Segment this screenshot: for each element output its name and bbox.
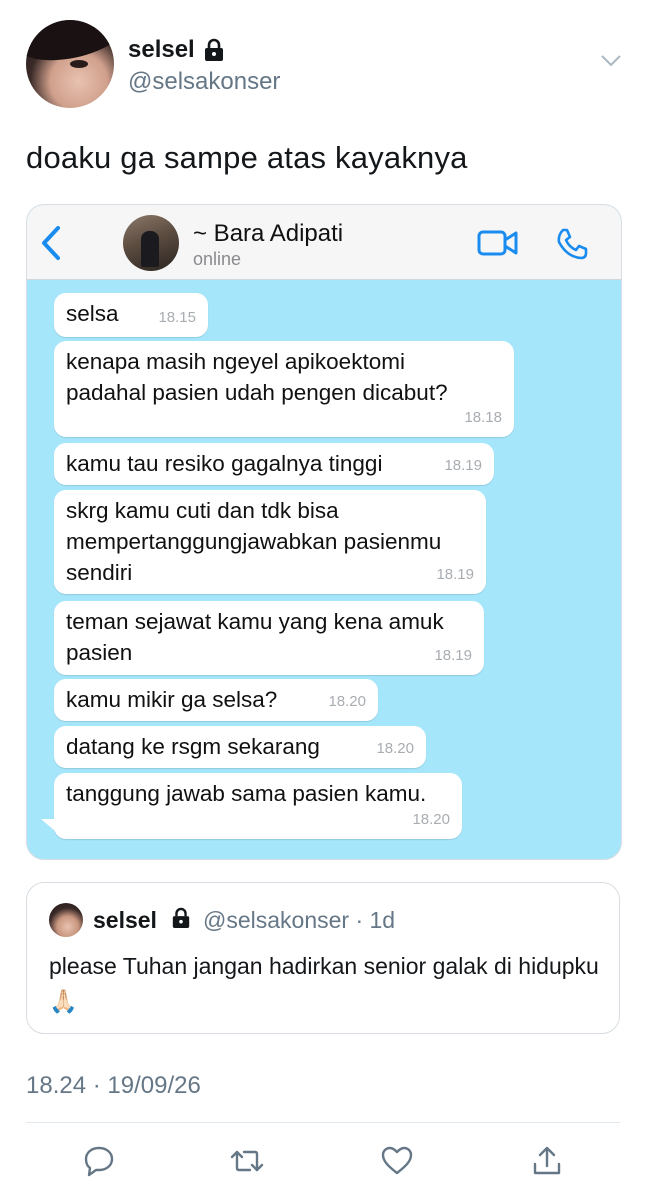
quoted-handle-time: @selsakonser · 1d bbox=[203, 907, 396, 933]
chat-message: teman sejawat kamu yang kena amuk pasien… bbox=[54, 601, 484, 675]
contact-avatar[interactable] bbox=[123, 215, 179, 271]
chat-message: datang ke rsgm sekarang 18.20 bbox=[54, 726, 426, 768]
lock-icon bbox=[204, 38, 223, 61]
message-text: tanggung jawab sama pasien kamu. bbox=[66, 781, 427, 806]
message-time: 18.18 bbox=[464, 409, 502, 426]
message-time: 18.15 bbox=[158, 309, 196, 326]
message-time: 18.19 bbox=[436, 566, 474, 583]
tweet-timestamp[interactable]: 18.24 · 19/09/26 bbox=[26, 1072, 201, 1100]
retweet-icon[interactable] bbox=[230, 1144, 264, 1178]
chat-message: skrg kamu cuti dan tdk bisa mempertanggu… bbox=[54, 490, 486, 594]
reply-icon[interactable] bbox=[82, 1144, 116, 1178]
lock-icon bbox=[172, 907, 190, 928]
message-text: kamu tau resiko gagalnya tinggi bbox=[66, 451, 383, 476]
quoted-tweet[interactable]: selsel @selsakonser · 1d please Tuhan ja… bbox=[26, 882, 620, 1034]
chat-message: tanggung jawab sama pasien kamu. 18.20 bbox=[54, 773, 462, 839]
contact-name: ~ Bara Adipati bbox=[193, 220, 344, 247]
phone-call-icon[interactable] bbox=[555, 227, 589, 261]
message-time: 18.19 bbox=[444, 457, 482, 474]
message-time: 18.20 bbox=[328, 693, 366, 710]
message-text: teman sejawat kamu yang kena amuk pasien bbox=[66, 609, 444, 665]
name-row: selsel bbox=[128, 36, 225, 64]
back-chevron-icon[interactable] bbox=[39, 225, 63, 261]
message-text: kamu mikir ga selsa? bbox=[66, 687, 278, 712]
quoted-avatar[interactable] bbox=[49, 903, 83, 937]
media-image[interactable]: ~ Bara Adipati online selsa 18.15 kenapa… bbox=[26, 204, 622, 860]
tweet-text: doaku ga sampe atas kayaknya bbox=[26, 140, 468, 175]
message-time: 18.20 bbox=[376, 740, 414, 757]
chat-message: kamu tau resiko gagalnya tinggi 18.19 bbox=[54, 443, 494, 485]
share-icon[interactable] bbox=[530, 1144, 564, 1178]
quoted-display-name: selsel bbox=[93, 907, 157, 933]
like-icon[interactable] bbox=[380, 1144, 414, 1178]
message-text: datang ke rsgm sekarang bbox=[66, 734, 320, 759]
message-time: 18.19 bbox=[434, 647, 472, 664]
message-text: kenapa masih ngeyel apikoektomi padahal … bbox=[66, 349, 448, 405]
bubble-tail bbox=[41, 819, 55, 831]
user-handle[interactable]: @selsakonser bbox=[128, 68, 280, 96]
avatar[interactable] bbox=[26, 20, 114, 108]
action-bar bbox=[26, 1140, 620, 1180]
message-text: selsa bbox=[66, 301, 119, 326]
chat-message: kenapa masih ngeyel apikoektomi padahal … bbox=[54, 341, 514, 437]
display-name[interactable]: selsel bbox=[128, 36, 195, 64]
message-time: 18.20 bbox=[412, 811, 450, 828]
chat-message: kamu mikir ga selsa? 18.20 bbox=[54, 679, 378, 721]
video-call-icon[interactable] bbox=[477, 229, 519, 257]
chat-message: selsa 18.15 bbox=[54, 293, 208, 337]
chat-header: ~ Bara Adipati online bbox=[27, 205, 621, 280]
divider bbox=[26, 1122, 620, 1123]
tweet-header: selsel @selsakonser bbox=[26, 20, 626, 110]
chevron-down-icon[interactable] bbox=[600, 54, 622, 68]
quoted-text: please Tuhan jangan hadirkan senior gala… bbox=[49, 953, 599, 1014]
message-text: skrg kamu cuti dan tdk bisa mempertanggu… bbox=[66, 498, 442, 585]
contact-status: online bbox=[193, 249, 242, 269]
